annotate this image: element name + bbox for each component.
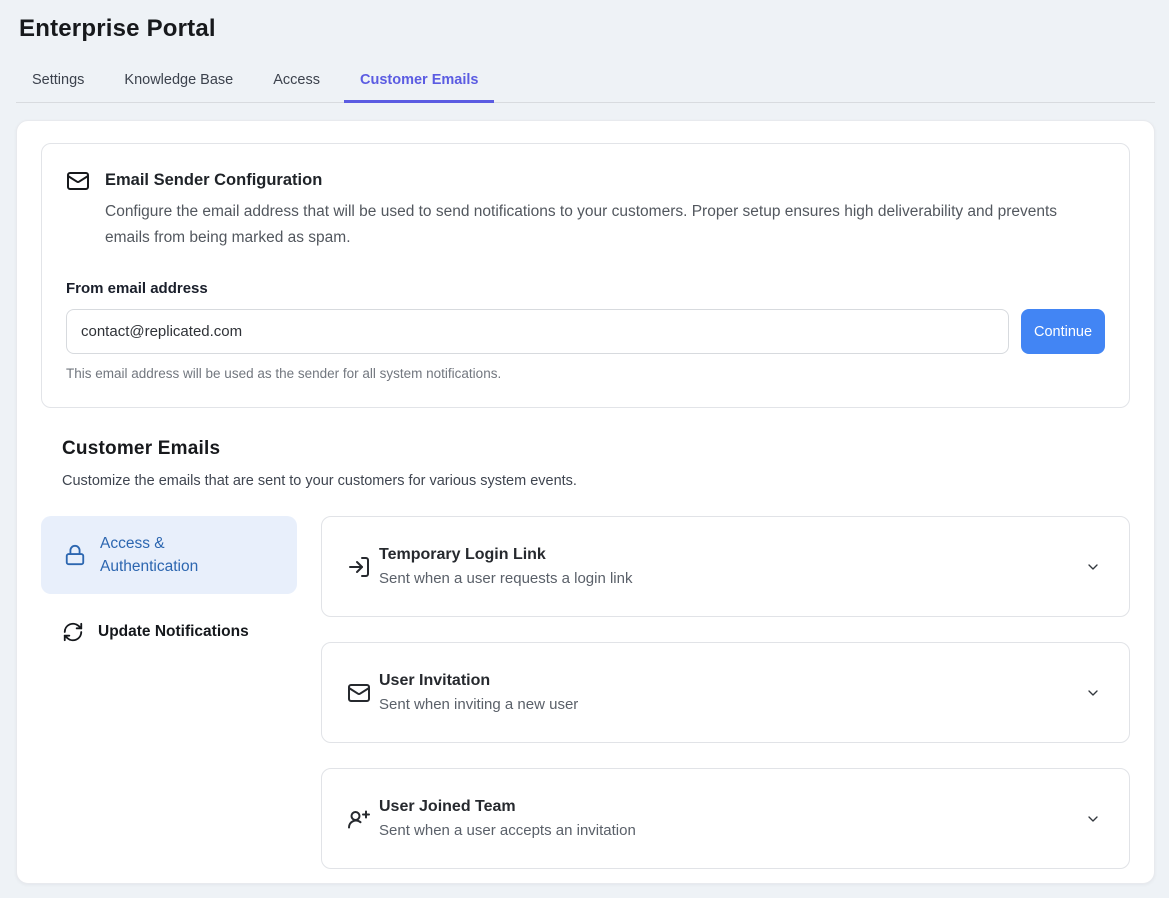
email-card-title: User Joined Team — [379, 798, 636, 816]
sidebar-item-label: Access & Authentication — [100, 532, 232, 578]
content-panel: Email Sender Configuration Configure the… — [16, 120, 1155, 884]
tab-settings[interactable]: Settings — [16, 62, 100, 102]
email-card-user-invitation[interactable]: User Invitation Sent when inviting a new… — [321, 642, 1130, 743]
chevron-down-icon[interactable] — [1085, 811, 1101, 827]
tab-access[interactable]: Access — [257, 62, 336, 102]
enterprise-portal-page: Enterprise Portal Settings Knowledge Bas… — [0, 0, 1169, 898]
user-plus-icon — [347, 807, 371, 831]
mail-icon — [347, 681, 371, 705]
customer-emails-subtitle: Customize the emails that are sent to yo… — [62, 473, 1130, 489]
customer-emails-title: Customer Emails — [62, 438, 1130, 460]
sidebar-item-access-authentication[interactable]: Access & Authentication — [41, 516, 297, 594]
from-email-label: From email address — [66, 280, 1105, 297]
from-email-input[interactable] — [66, 309, 1009, 354]
page-title: Enterprise Portal — [19, 15, 1169, 43]
email-card-subtitle: Sent when a user requests a login link — [379, 570, 632, 587]
tab-knowledge-base[interactable]: Knowledge Base — [108, 62, 249, 102]
login-icon — [347, 555, 371, 579]
lock-icon — [64, 544, 86, 566]
sidebar-item-update-notifications[interactable]: Update Notifications — [41, 621, 297, 643]
email-card-subtitle: Sent when inviting a new user — [379, 696, 578, 713]
email-sender-configuration-card: Email Sender Configuration Configure the… — [41, 143, 1130, 408]
sidebar-item-label: Update Notifications — [98, 623, 249, 641]
chevron-down-icon[interactable] — [1085, 559, 1101, 575]
email-card-title: User Invitation — [379, 672, 578, 690]
email-card-temporary-login-link[interactable]: Temporary Login Link Sent when a user re… — [321, 516, 1130, 617]
sender-config-title: Email Sender Configuration — [105, 168, 1090, 190]
tab-bar: Settings Knowledge Base Access Customer … — [16, 62, 1155, 103]
sender-config-description: Configure the email address that will be… — [105, 199, 1090, 251]
continue-button[interactable]: Continue — [1021, 309, 1105, 354]
refresh-icon — [62, 621, 84, 643]
chevron-down-icon[interactable] — [1085, 685, 1101, 701]
email-card-user-joined-team[interactable]: User Joined Team Sent when a user accept… — [321, 768, 1130, 869]
email-card-subtitle: Sent when a user accepts an invitation — [379, 822, 636, 839]
mail-icon — [66, 169, 90, 193]
email-card-title: Temporary Login Link — [379, 546, 632, 564]
tab-customer-emails[interactable]: Customer Emails — [344, 62, 494, 103]
email-template-list: Temporary Login Link Sent when a user re… — [321, 516, 1130, 869]
from-email-helper-text: This email address will be used as the s… — [66, 366, 1105, 381]
email-category-sidebar: Access & Authentication Update Notificat… — [41, 516, 297, 869]
